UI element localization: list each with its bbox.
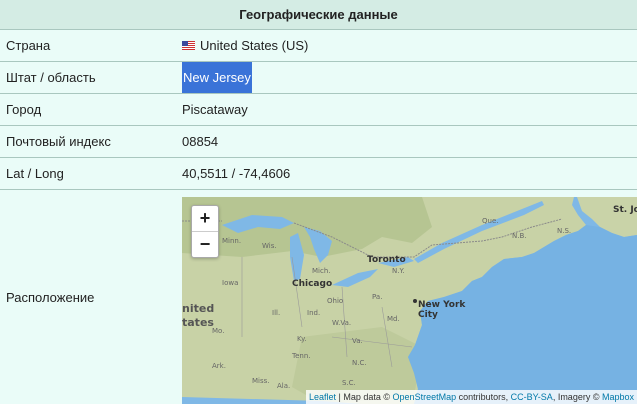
table-title: Географические данные <box>239 7 398 22</box>
latlong-value: 40,5511 / -74,4606 <box>182 166 291 181</box>
map-label-va: Va. <box>352 337 363 345</box>
row-city: Город Piscataway <box>0 94 637 126</box>
city-label: Город <box>6 102 42 117</box>
attr-imagery: , Imagery © <box>552 392 602 402</box>
map-label-ky: Ky. <box>297 335 307 343</box>
map-label-ohio: Ohio <box>327 297 344 305</box>
osm-link[interactable]: OpenStreetMap <box>393 392 457 402</box>
map-label-wis: Wis. <box>262 242 277 250</box>
zip-label: Почтовый индекс <box>6 134 111 149</box>
mapbox-link[interactable]: Mapbox <box>602 392 634 402</box>
country-label: Страна <box>6 38 51 53</box>
map-label-minn: Minn. <box>222 237 242 245</box>
state-value[interactable]: New Jersey <box>182 62 252 93</box>
latlong-label: Lat / Long <box>6 166 64 181</box>
attr-contrib: contributors, <box>456 392 511 402</box>
map-label-united: nited <box>182 302 215 315</box>
country-value: United States (US) <box>200 38 309 53</box>
map-label-ill: Ill. <box>272 309 281 317</box>
geo-table: Географические данные Страна United Stat… <box>0 0 637 404</box>
map-label-ind: Ind. <box>307 309 321 317</box>
row-state: Штат / область New Jersey <box>0 62 637 94</box>
map-label-ny: N.Y. <box>392 267 405 275</box>
row-latlong: Lat / Long 40,5511 / -74,4606 <box>0 158 637 190</box>
map-label-miss: Miss. <box>252 377 270 385</box>
map-label-ark: Ark. <box>212 362 226 370</box>
zoom-in-button[interactable]: + <box>192 206 218 231</box>
map-label-md: Md. <box>387 315 400 323</box>
city-value: Piscataway <box>182 102 248 117</box>
map-label-ala: Ala. <box>277 382 291 390</box>
row-zip: Почтовый индекс 08854 <box>0 126 637 158</box>
map-label-pa: Pa. <box>372 293 383 301</box>
zoom-control: + − <box>191 205 219 258</box>
map-label-mo: Mo. <box>212 327 225 335</box>
us-flag-icon <box>182 41 195 50</box>
map-label-wva: W.Va. <box>332 319 352 327</box>
state-value-cell: New Jersey <box>182 62 252 93</box>
location-map[interactable]: + − Chicago Toronto New York City nited … <box>182 197 637 404</box>
map-label-nc: N.C. <box>352 359 367 367</box>
location-label: Расположение <box>6 290 95 305</box>
state-label: Штат / область <box>6 70 96 85</box>
map-label-states: tates <box>182 316 214 329</box>
map-label-que: Que. <box>482 217 499 225</box>
ccbysa-link[interactable]: CC-BY-SA <box>511 392 553 402</box>
zip-value: 08854 <box>182 134 219 149</box>
map-label-tenn: Tenn. <box>292 352 311 360</box>
map-label-new-york-city: City <box>418 310 438 320</box>
map-label-toronto: Toronto <box>367 255 406 265</box>
table-header: Географические данные <box>0 0 637 30</box>
map-label-new-york: New York <box>418 300 466 310</box>
row-location: Расположение + − Chicago Toronto New Yor… <box>0 190 637 404</box>
row-country: Страна United States (US) <box>0 30 637 62</box>
attr-sep: | Map data © <box>336 392 393 402</box>
leaflet-link[interactable]: Leaflet <box>309 392 336 402</box>
map-attribution: Leaflet | Map data © OpenStreetMap contr… <box>306 390 637 404</box>
map-label-mich: Mich. <box>312 267 331 275</box>
zoom-out-button[interactable]: − <box>192 231 218 257</box>
map-label-ns: N.S. <box>557 227 572 235</box>
map-label-chicago: Chicago <box>292 279 333 289</box>
map-label-nb: N.B. <box>512 232 527 240</box>
country-value-cell: United States (US) <box>182 30 308 61</box>
map-label-st-john: St. Jo <box>613 205 637 215</box>
map-label-sc: S.C. <box>342 379 356 387</box>
map-label-iowa: Iowa <box>222 279 239 287</box>
